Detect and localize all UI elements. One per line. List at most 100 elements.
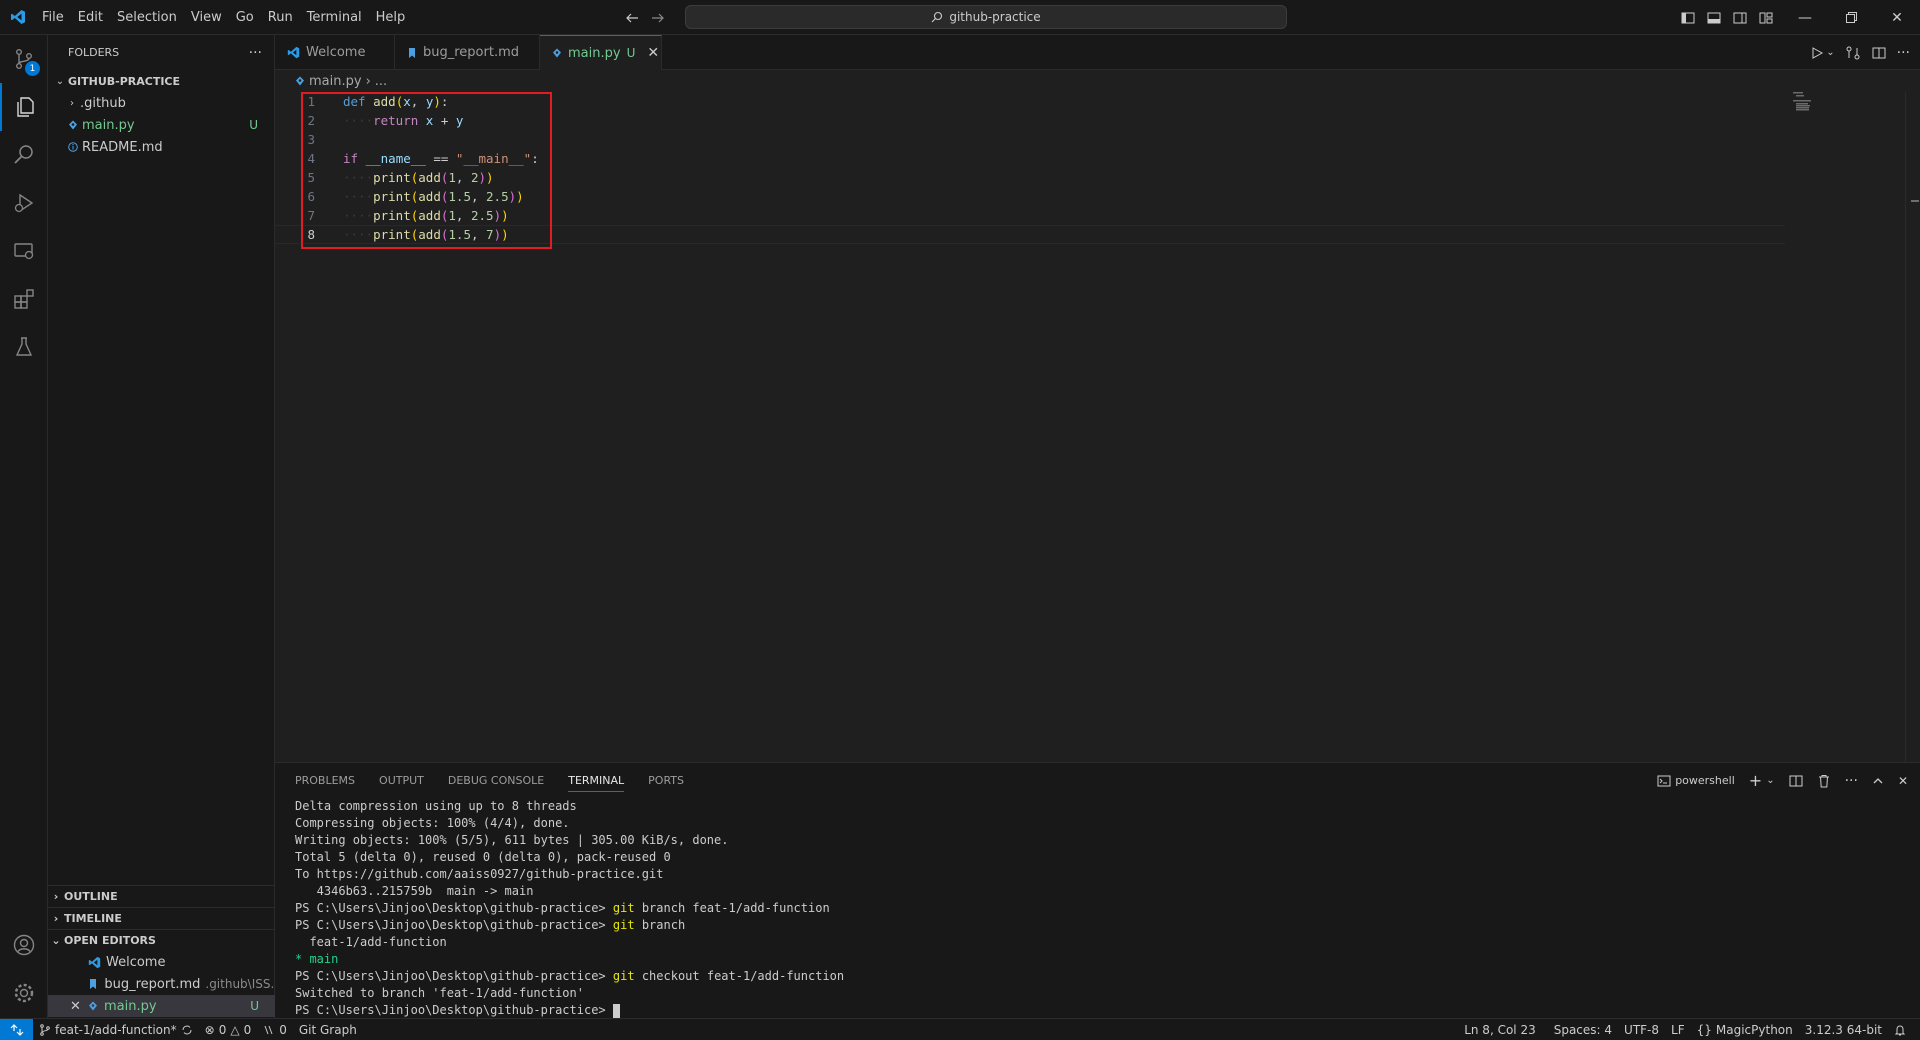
breadcrumb-file[interactable]: main.py bbox=[309, 74, 362, 89]
menu-go[interactable]: Go bbox=[229, 0, 261, 35]
terminal-shell-selector[interactable]: powershell bbox=[1657, 774, 1735, 788]
breadcrumb-symbol[interactable]: ... bbox=[375, 74, 387, 89]
restore-icon[interactable] bbox=[1828, 0, 1874, 35]
source-control-badge: 1 bbox=[25, 61, 40, 76]
menu-help[interactable]: Help bbox=[369, 0, 413, 35]
untracked-status: U bbox=[249, 118, 258, 132]
menu-edit[interactable]: Edit bbox=[71, 0, 110, 35]
shell-name: powershell bbox=[1675, 774, 1735, 787]
split-terminal-icon[interactable] bbox=[1789, 774, 1803, 788]
language-mode[interactable]: {} MagicPython bbox=[1691, 1023, 1799, 1037]
terminal-line: Total 5 (delta 0), reused 0 (delta 0), p… bbox=[295, 850, 671, 864]
workspace-root[interactable]: ⌄ GITHUB-PRACTICE bbox=[48, 70, 274, 92]
minimize-icon[interactable]: — bbox=[1782, 0, 1828, 35]
new-terminal-plus-icon[interactable]: + bbox=[1749, 771, 1762, 790]
remote-explorer-icon[interactable] bbox=[0, 227, 48, 275]
tab-debug-console[interactable]: DEBUG CONSOLE bbox=[448, 774, 544, 787]
cursor-position[interactable]: Ln 8, Col 23 bbox=[1458, 1023, 1542, 1037]
tree-item-main-py[interactable]: main.py U bbox=[48, 114, 274, 136]
menu-run[interactable]: Run bbox=[261, 0, 300, 35]
extensions-icon[interactable] bbox=[0, 275, 48, 323]
encoding[interactable]: UTF-8 bbox=[1618, 1023, 1665, 1037]
menu-selection[interactable]: Selection bbox=[110, 0, 184, 35]
minimap[interactable] bbox=[1793, 92, 1823, 112]
indentation[interactable]: Spaces: 4 bbox=[1548, 1023, 1618, 1037]
explorer-sidebar: FOLDERS ··· ⌄ GITHUB-PRACTICE › .github … bbox=[48, 35, 275, 1018]
tree-item-github-folder[interactable]: › .github bbox=[48, 92, 274, 114]
tree-item-readme[interactable]: README.md bbox=[48, 136, 274, 158]
timeline-section[interactable]: › TIMELINE bbox=[48, 907, 275, 929]
command-center-search[interactable]: github-practice bbox=[685, 5, 1287, 29]
tab-welcome[interactable]: Welcome bbox=[275, 35, 395, 70]
open-editor-bug-report[interactable]: bug_report.md .github\ISS... bbox=[48, 973, 275, 995]
search-icon[interactable] bbox=[0, 131, 48, 179]
tab-output[interactable]: OUTPUT bbox=[379, 774, 424, 787]
python-interpreter[interactable]: 3.12.3 64-bit bbox=[1799, 1023, 1888, 1037]
vscode-logo-icon bbox=[0, 0, 35, 35]
remote-indicator-icon[interactable] bbox=[0, 1018, 33, 1040]
close-icon[interactable]: ✕ bbox=[70, 999, 88, 1014]
split-editor-icon[interactable] bbox=[1871, 45, 1887, 61]
forward-arrow-icon[interactable] bbox=[651, 11, 665, 25]
branch-status[interactable]: feat-1/add-function* bbox=[33, 1023, 199, 1037]
problems-status[interactable]: ⊗ 0 △ 0 bbox=[199, 1023, 258, 1037]
source-control-icon[interactable]: 1 bbox=[0, 35, 48, 83]
maximize-panel-icon[interactable] bbox=[1872, 775, 1884, 787]
end-of-line[interactable]: LF bbox=[1665, 1023, 1691, 1037]
vscode-logo-icon bbox=[88, 956, 106, 969]
ports-status[interactable]: 0 bbox=[257, 1023, 293, 1037]
more-actions-icon[interactable]: ··· bbox=[1897, 45, 1910, 61]
tree-item-label: README.md bbox=[82, 139, 163, 155]
tab-terminal[interactable]: TERMINAL bbox=[568, 774, 625, 792]
info-file-icon bbox=[64, 142, 82, 152]
tab-bug-report[interactable]: bug_report.md bbox=[395, 35, 540, 70]
run-and-debug-icon[interactable] bbox=[0, 179, 48, 227]
toggle-panel-icon[interactable] bbox=[1706, 10, 1722, 26]
more-actions-icon[interactable]: ··· bbox=[1845, 773, 1858, 789]
tab-untracked-status: U bbox=[626, 46, 636, 60]
open-editor-main-py[interactable]: ✕ main.py U bbox=[48, 995, 275, 1017]
chevron-down-icon[interactable]: ⌄ bbox=[1826, 47, 1834, 58]
terminal-line: 4346b63..215759b main -> main bbox=[295, 884, 534, 898]
manage-gear-icon[interactable] bbox=[0, 969, 48, 1017]
git-graph-button[interactable]: Git Graph bbox=[293, 1023, 363, 1037]
explorer-icon[interactable] bbox=[0, 83, 48, 131]
tab-problems[interactable]: PROBLEMS bbox=[295, 774, 355, 787]
outline-section[interactable]: › OUTLINE bbox=[48, 885, 275, 907]
terminal-line: * main bbox=[295, 952, 339, 966]
menu-view[interactable]: View bbox=[184, 0, 229, 35]
back-arrow-icon[interactable] bbox=[625, 11, 639, 25]
terminal-prompt: PS C:\Users\Jinjoo\Desktop\github-practi… bbox=[295, 969, 606, 983]
close-window-icon[interactable]: ✕ bbox=[1874, 0, 1920, 35]
python-file-icon bbox=[88, 1001, 104, 1011]
editor-scrollbar[interactable] bbox=[1905, 92, 1919, 762]
accounts-icon[interactable] bbox=[0, 921, 48, 969]
open-editors-section[interactable]: ⌄ OPEN EDITORS bbox=[48, 929, 275, 951]
toggle-primary-sidebar-icon[interactable] bbox=[1680, 10, 1696, 26]
close-panel-icon[interactable]: ✕ bbox=[1898, 774, 1908, 788]
menu-file[interactable]: File bbox=[35, 0, 71, 35]
chevron-down-icon[interactable]: ⌄ bbox=[1766, 775, 1774, 786]
outline-label: OUTLINE bbox=[64, 890, 118, 903]
toggle-secondary-sidebar-icon[interactable] bbox=[1732, 10, 1748, 26]
notifications-bell-icon[interactable] bbox=[1888, 1024, 1912, 1036]
terminal-output[interactable]: Delta compression using up to 8 threads … bbox=[295, 798, 844, 1019]
more-actions-icon[interactable]: ··· bbox=[249, 45, 262, 61]
open-editor-welcome[interactable]: Welcome bbox=[48, 951, 275, 973]
braces-icon: {} bbox=[1696, 1023, 1712, 1037]
chevron-right-icon: › bbox=[70, 97, 74, 109]
run-python-file-icon[interactable] bbox=[1810, 46, 1824, 60]
search-icon bbox=[931, 11, 943, 23]
tree-item-label: .github bbox=[80, 95, 126, 111]
menu-terminal[interactable]: Terminal bbox=[300, 0, 369, 35]
workspace-root-label: GITHUB-PRACTICE bbox=[68, 74, 181, 88]
python-file-icon bbox=[295, 76, 305, 86]
status-bar: feat-1/add-function* ⊗ 0 △ 0 0 Git Graph… bbox=[0, 1018, 1920, 1040]
testing-flask-icon[interactable] bbox=[0, 323, 48, 371]
customize-layout-icon[interactable] bbox=[1758, 10, 1774, 26]
tab-ports[interactable]: PORTS bbox=[648, 774, 684, 787]
tab-main-py[interactable]: main.py U ✕ bbox=[540, 35, 662, 70]
close-icon[interactable]: ✕ bbox=[647, 45, 659, 61]
trash-icon[interactable] bbox=[1817, 774, 1831, 788]
open-changes-icon[interactable] bbox=[1845, 45, 1861, 61]
